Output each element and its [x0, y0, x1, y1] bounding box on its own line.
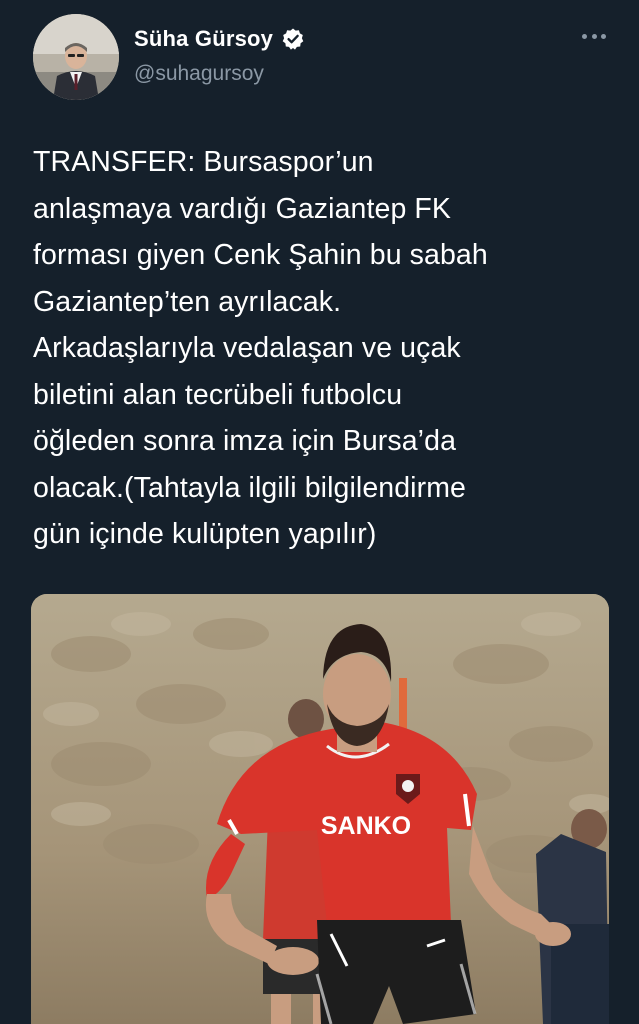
more-dot [601, 33, 606, 39]
footballer-training-photo-icon: SANKO [31, 594, 609, 1024]
author-handle[interactable]: @suhagursoy [134, 62, 264, 86]
more-dot [582, 33, 587, 39]
author-avatar-photo-icon [33, 14, 119, 100]
tweet-card: Süha Gürsoy @suhagursoy TRANSFER: Bursas… [0, 0, 639, 1024]
author-avatar[interactable] [33, 14, 119, 100]
author-name-row[interactable]: Süha Gürsoy [134, 26, 305, 52]
author-display-name[interactable]: Süha Gürsoy [134, 26, 273, 52]
more-dot [591, 33, 597, 39]
more-options-icon[interactable] [582, 26, 606, 46]
tweet-text: TRANSFER: Bursaspor’un anlaşmaya vardığı… [33, 146, 488, 550]
tweet-media-photo[interactable]: SANKO [31, 594, 609, 1024]
verified-badge-icon [281, 27, 305, 51]
jersey-sponsor-text: SANKO [321, 812, 411, 840]
